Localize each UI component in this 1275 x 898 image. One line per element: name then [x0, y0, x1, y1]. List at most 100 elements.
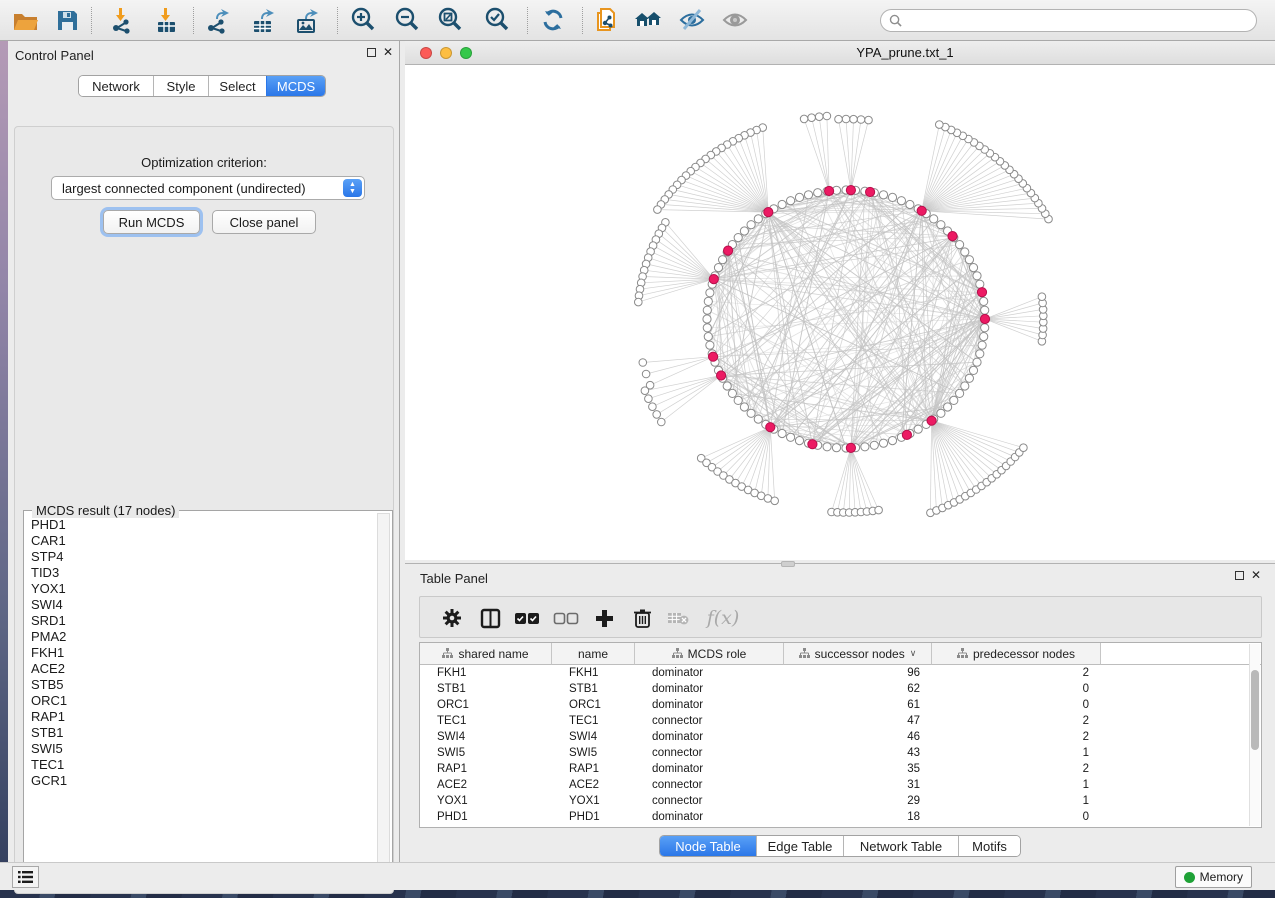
graph-node[interactable]	[1038, 293, 1046, 301]
mcds-node[interactable]	[980, 314, 989, 323]
node-table[interactable]: shared namenameMCDS rolesuccessor nodes∨…	[419, 642, 1262, 828]
graph-node[interactable]	[653, 411, 661, 419]
table-cell-shared-name[interactable]: STB1	[420, 683, 552, 695]
mcds-result-item[interactable]: CAR1	[26, 533, 376, 549]
table-cell-predecessor-nodes[interactable]: 1	[932, 747, 1101, 759]
table-scrollbar-thumb[interactable]	[1251, 670, 1259, 750]
graph-node[interactable]	[870, 441, 878, 449]
graph-node[interactable]	[795, 193, 803, 201]
graph-node[interactable]	[914, 425, 922, 433]
graph-node[interactable]	[888, 193, 896, 201]
table-cell-predecessor-nodes[interactable]: 2	[932, 667, 1101, 679]
mcds-result-item[interactable]: TID3	[26, 565, 376, 581]
graph-edge[interactable]	[804, 119, 829, 191]
graph-node[interactable]	[808, 114, 816, 122]
mcds-list-scrollbar[interactable]	[377, 513, 390, 877]
graph-node[interactable]	[888, 437, 896, 445]
graph-node[interactable]	[956, 241, 964, 249]
graph-node[interactable]	[980, 333, 988, 341]
table-cell-predecessor-nodes[interactable]: 1	[932, 779, 1101, 791]
table-cell-successor-nodes[interactable]: 35	[784, 763, 932, 775]
graph-node[interactable]	[787, 433, 795, 441]
graph-node[interactable]	[719, 256, 727, 264]
table-cell-shared-name[interactable]: RAP1	[420, 763, 552, 775]
graph-edge[interactable]	[819, 117, 829, 191]
mcds-node[interactable]	[917, 206, 926, 215]
graph-node[interactable]	[980, 297, 988, 305]
graph-node[interactable]	[747, 221, 755, 229]
graph-node[interactable]	[642, 370, 650, 378]
graph-node[interactable]	[930, 215, 938, 223]
graph-edge[interactable]	[932, 421, 1011, 462]
table-cell-successor-nodes[interactable]: 62	[784, 683, 932, 695]
float-panel-icon[interactable]	[367, 48, 376, 57]
graph-edge[interactable]	[932, 421, 971, 493]
column-header-MCDS-role[interactable]: MCDS role	[635, 643, 784, 665]
graph-node[interactable]	[832, 444, 840, 452]
close-panel-button[interactable]: Close panel	[212, 210, 316, 234]
refresh-icon[interactable]	[536, 3, 570, 37]
network-canvas[interactable]	[405, 65, 1275, 560]
network-window-titlebar[interactable]: YPA_prune.txt_1	[405, 41, 1275, 65]
mcds-result-list[interactable]: PHD1CAR1STP4TID3YOX1SWI4SRD1PMA2FKH1ACE2…	[26, 517, 376, 877]
graph-edge[interactable]	[736, 427, 771, 483]
export-network-icon[interactable]	[201, 3, 235, 37]
graph-node[interactable]	[976, 350, 984, 358]
graph-node[interactable]	[865, 116, 873, 124]
table-cell-shared-name[interactable]: SWI4	[420, 731, 552, 743]
graph-edge[interactable]	[827, 116, 829, 191]
memory-button[interactable]: Memory	[1175, 866, 1252, 888]
table-cell-predecessor-nodes[interactable]: 2	[932, 763, 1101, 775]
table-cell-predecessor-nodes[interactable]: 0	[932, 699, 1101, 711]
graph-node[interactable]	[639, 359, 647, 367]
table-cell-shared-name[interactable]: ORC1	[420, 699, 552, 711]
table-cell-successor-nodes[interactable]: 18	[784, 811, 932, 823]
mcds-node[interactable]	[846, 443, 855, 452]
graph-node[interactable]	[961, 382, 969, 390]
table-cell-name[interactable]: SWI4	[552, 731, 635, 743]
graph-node[interactable]	[835, 115, 843, 123]
search-input[interactable]	[907, 14, 1237, 28]
add-column-icon[interactable]	[587, 597, 621, 639]
mcds-result-item[interactable]: SRD1	[26, 613, 376, 629]
mcds-result-item[interactable]: SWI4	[26, 597, 376, 613]
graph-node[interactable]	[944, 403, 952, 411]
table-cell-successor-nodes[interactable]: 96	[784, 667, 932, 679]
graph-edge[interactable]	[812, 118, 830, 191]
graph-node[interactable]	[973, 358, 981, 366]
mcds-node[interactable]	[825, 186, 834, 195]
export-image-icon[interactable]	[290, 3, 324, 37]
graph-node[interactable]	[754, 215, 762, 223]
table-cell-MCDS-role[interactable]: dominator	[635, 763, 784, 775]
criterion-dropdown[interactable]: largest connected component (undirected)…	[51, 176, 365, 200]
graph-node[interactable]	[787, 197, 795, 205]
graph-edge[interactable]	[932, 421, 943, 508]
graph-edge[interactable]	[645, 376, 721, 391]
mcds-result-item[interactable]: PMA2	[26, 629, 376, 645]
graph-edge[interactable]	[662, 228, 714, 279]
graph-node[interactable]	[956, 389, 964, 397]
select-all-icon[interactable]	[510, 597, 544, 639]
tab-edge-table[interactable]: Edge Table	[756, 836, 843, 856]
graph-node[interactable]	[649, 403, 657, 411]
delete-column-icon[interactable]	[625, 597, 659, 639]
table-cell-predecessor-nodes[interactable]: 2	[932, 715, 1101, 727]
graph-edge[interactable]	[706, 159, 769, 212]
table-cell-predecessor-nodes[interactable]: 1	[932, 795, 1101, 807]
hide-eye-icon[interactable]	[675, 3, 709, 37]
mcds-result-item[interactable]: SWI5	[26, 741, 376, 757]
import-table-icon[interactable]	[150, 3, 184, 37]
graph-edge[interactable]	[639, 279, 714, 296]
table-cell-name[interactable]: SWI5	[552, 747, 635, 759]
table-cell-name[interactable]: FKH1	[552, 667, 635, 679]
split-view-icon[interactable]	[473, 597, 507, 639]
table-cell-successor-nodes[interactable]: 29	[784, 795, 932, 807]
mcds-node[interactable]	[764, 208, 773, 217]
tab-select[interactable]: Select	[208, 76, 266, 96]
graph-edge[interactable]	[727, 251, 728, 386]
graph-node[interactable]	[981, 324, 989, 332]
graph-node[interactable]	[906, 200, 914, 208]
graph-node[interactable]	[937, 409, 945, 417]
table-cell-predecessor-nodes[interactable]: 0	[932, 683, 1101, 695]
graph-edge[interactable]	[839, 119, 851, 190]
